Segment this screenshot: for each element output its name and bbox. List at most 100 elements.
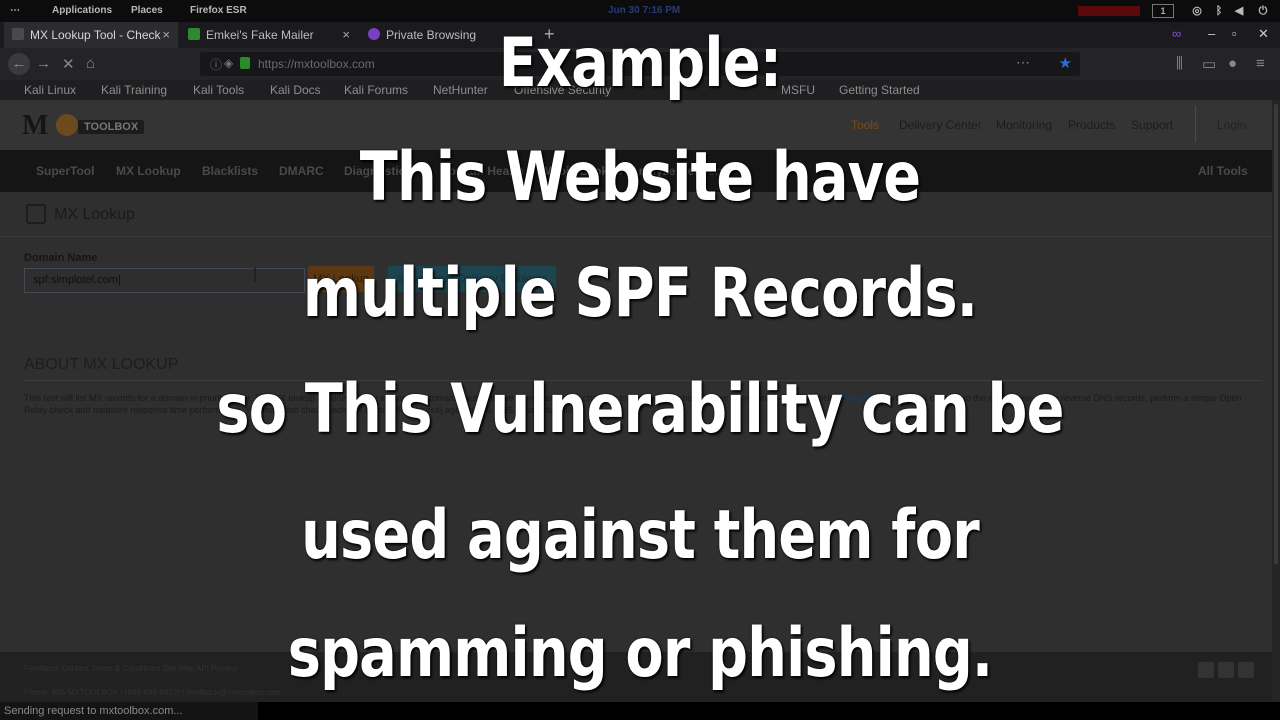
- power-icon[interactable]: ⏻: [1256, 4, 1270, 18]
- login-link[interactable]: Login: [1217, 118, 1246, 132]
- menu-domain-health[interactable]: Domain Health: [440, 164, 524, 178]
- tab-mx-lookup[interactable]: MX Lookup Tool - Check ×: [4, 22, 178, 48]
- back-button-icon[interactable]: ←: [8, 53, 30, 75]
- header-nav-support[interactable]: Support: [1131, 118, 1173, 132]
- menu-blacklists[interactable]: Blacklists: [202, 164, 258, 178]
- clock[interactable]: Jun 30 7:16 PM: [608, 5, 680, 16]
- tab-label: Emkei's Fake Mailer: [206, 28, 314, 42]
- mx-lookup-envelope-icon: [26, 204, 46, 224]
- status-bar: Sending request to mxtoolbox.com...: [0, 702, 258, 720]
- bookmark-msfu[interactable]: MSFU: [781, 83, 815, 97]
- menu-all-tools[interactable]: All Tools: [1198, 164, 1248, 178]
- tab-fake-mailer[interactable]: Emkei's Fake Mailer ×: [180, 22, 358, 48]
- restore-icon[interactable]: ▫: [1232, 26, 1237, 41]
- menu-supertool[interactable]: SuperTool: [36, 164, 94, 178]
- about-text-part-1: This test will list MX records for a dom…: [24, 393, 835, 403]
- domain-name-input[interactable]: spf:simplotel.com|: [24, 268, 305, 293]
- logo-mark: M: [22, 110, 48, 141]
- about-paragraph: This test will list MX records for a dom…: [24, 392, 1254, 416]
- tab-private-browsing[interactable]: Private Browsing: [360, 22, 540, 48]
- bookmark-kali-tools[interactable]: Kali Tools: [193, 83, 244, 97]
- bookmark-nethunter[interactable]: NetHunter: [433, 83, 488, 97]
- solve-email-delivery-button[interactable]: Solve Email Delivery Problems: [388, 266, 556, 292]
- forward-button-icon[interactable]: →: [36, 55, 51, 72]
- site-footer: Feedback Contact Terms & Conditions Site…: [0, 652, 1272, 702]
- page-title: MX Lookup: [54, 206, 135, 223]
- header-divider: [1195, 106, 1196, 142]
- library-icon[interactable]: ⫼: [1176, 55, 1183, 72]
- bookmark-getting-started[interactable]: Getting Started: [839, 83, 920, 97]
- site-tools-menu: SuperTool MX Lookup Blacklists DMARC Dia…: [0, 150, 1272, 192]
- bookmark-kali-linux[interactable]: Kali Linux: [24, 83, 76, 97]
- site-header: M TOOLBOX Tools Delivery Center Monitori…: [0, 100, 1272, 150]
- diagnostics-link[interactable]: Diagnostics: [835, 393, 882, 403]
- places-menu[interactable]: Places: [131, 5, 163, 16]
- header-nav-delivery-center[interactable]: Delivery Center: [899, 118, 982, 132]
- google-plus-icon[interactable]: [1238, 662, 1254, 678]
- site-info-icon[interactable]: ⓘ: [210, 56, 222, 73]
- url-bar[interactable]: ⓘ ◈ https://mxtoolbox.com ⋯ ★: [200, 52, 1080, 76]
- bookmark-offensive-security[interactable]: Offensive Security: [514, 83, 611, 97]
- close-tab-icon[interactable]: ×: [342, 27, 350, 42]
- text-cursor-icon: [254, 268, 256, 282]
- facebook-icon[interactable]: [1218, 662, 1234, 678]
- bookmark-kali-forums[interactable]: Kali Forums: [344, 83, 408, 97]
- private-mask-icon: [368, 28, 380, 40]
- activities-dots-icon[interactable]: ⋯: [10, 5, 20, 16]
- bluetooth-icon[interactable]: ᛒ: [1212, 4, 1226, 18]
- url-text[interactable]: https://mxtoolbox.com: [258, 57, 375, 71]
- logo-circle-icon: [56, 114, 78, 136]
- menu-diagnostics[interactable]: Diagnostics: [344, 164, 412, 178]
- tracking-shield-icon[interactable]: ◈: [224, 56, 233, 70]
- header-nav-monitoring[interactable]: Monitoring: [996, 118, 1052, 132]
- menu-dmarc[interactable]: DMARC: [279, 164, 324, 178]
- about-heading: ABOUT MX LOOKUP: [24, 356, 179, 373]
- volume-icon[interactable]: ◀: [1232, 4, 1246, 18]
- sidebar-icon[interactable]: ▭: [1202, 55, 1216, 73]
- applications-menu[interactable]: Applications: [52, 5, 112, 16]
- menu-analyze-headers[interactable]: Analyze Headers: [630, 164, 726, 178]
- logo-text: TOOLBOX: [78, 120, 145, 134]
- mxtoolbox-logo[interactable]: M TOOLBOX: [22, 110, 160, 141]
- tab-label: Private Browsing: [386, 28, 477, 42]
- page-scrollbar[interactable]: [1272, 100, 1280, 702]
- stop-loading-icon[interactable]: ✕: [62, 55, 75, 73]
- footer-links[interactable]: Feedback Contact Terms & Conditions Site…: [24, 664, 237, 673]
- os-top-panel: ⋯ Applications Places Firefox ESR Jun 30…: [0, 0, 1280, 22]
- menu-whois-lookup[interactable]: Whois Lookup: [540, 164, 623, 178]
- page-actions-icon[interactable]: ⋯: [1016, 54, 1030, 71]
- about-divider: [24, 380, 1262, 381]
- home-icon[interactable]: ⌂: [86, 55, 95, 72]
- mxtoolbox-favicon-icon: [12, 28, 24, 40]
- private-browsing-icon: ∞: [1172, 26, 1182, 41]
- close-window-icon[interactable]: ✕: [1258, 26, 1269, 42]
- web-page-content: M TOOLBOX Tools Delivery Center Monitori…: [0, 100, 1272, 702]
- scrollbar-thumb[interactable]: [1274, 104, 1278, 564]
- navigation-toolbar: ← → ✕ ⌂ ⓘ ◈ https://mxtoolbox.com ⋯ ★ ⫼ …: [0, 48, 1280, 80]
- new-tab-icon[interactable]: +: [544, 24, 555, 45]
- tab-label: MX Lookup Tool - Check: [30, 28, 161, 42]
- twitter-icon[interactable]: [1198, 662, 1214, 678]
- bookmark-star-icon[interactable]: ★: [1059, 54, 1072, 72]
- hamburger-menu-icon[interactable]: ≡: [1256, 55, 1265, 72]
- secure-lock-icon[interactable]: [240, 57, 250, 69]
- domain-name-label: Domain Name: [24, 252, 98, 264]
- footer-contact: Phone: 866-MXTOOLBOX / (866-698-6652) | …: [24, 688, 281, 697]
- browser-tab-strip: MX Lookup Tool - Check × Emkei's Fake Ma…: [0, 22, 1280, 48]
- recording-indicator: [1078, 6, 1140, 16]
- mx-lookup-button[interactable]: MX Lookup: [308, 266, 374, 292]
- bookmark-kali-docs[interactable]: Kali Docs: [270, 83, 321, 97]
- minimize-icon[interactable]: –: [1208, 26, 1215, 41]
- network-icon[interactable]: ◎: [1190, 4, 1204, 18]
- account-icon[interactable]: ●: [1228, 55, 1237, 72]
- header-nav-products[interactable]: Products: [1068, 118, 1115, 132]
- bookmarks-toolbar: Kali Linux Kali Training Kali Tools Kali…: [0, 80, 1280, 100]
- title-divider: [0, 236, 1272, 237]
- header-nav-tools[interactable]: Tools: [851, 118, 879, 132]
- firefox-app-menu[interactable]: Firefox ESR: [190, 5, 247, 16]
- close-tab-icon[interactable]: ×: [162, 27, 170, 42]
- workspace-indicator[interactable]: 1: [1152, 4, 1174, 18]
- fake-mailer-favicon-icon: [188, 28, 200, 40]
- bookmark-kali-training[interactable]: Kali Training: [101, 83, 167, 97]
- menu-mx-lookup[interactable]: MX Lookup: [116, 164, 181, 178]
